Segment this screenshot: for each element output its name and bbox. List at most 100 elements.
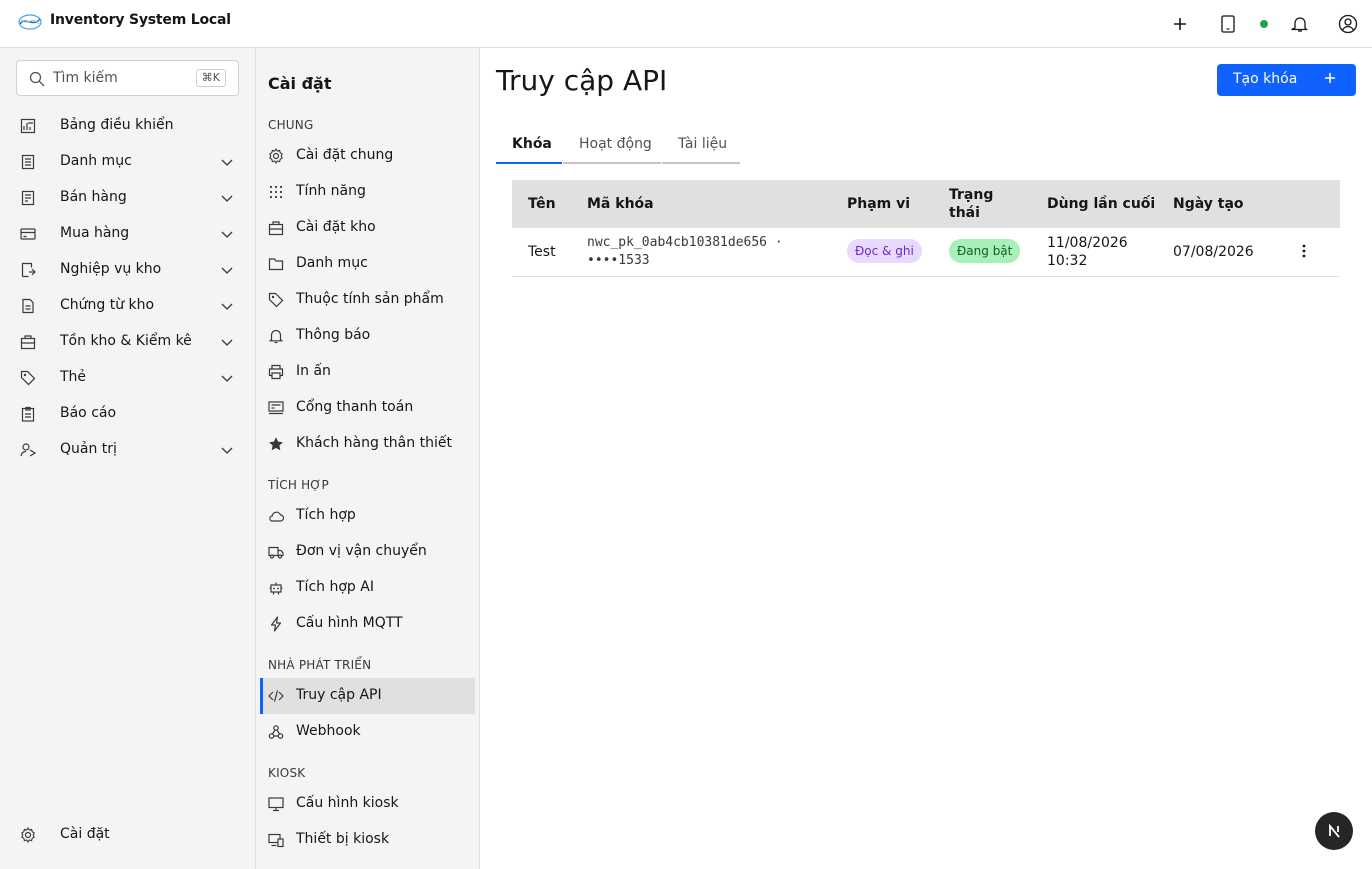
lightning-icon xyxy=(268,616,284,632)
tab-docs[interactable]: Tài liệu xyxy=(662,128,740,164)
sidebar-item-sales[interactable]: Bán hàng xyxy=(0,180,255,216)
settings-item-kiosk-devices[interactable]: Thiết bị kiosk xyxy=(260,822,475,858)
settings-item-integrations[interactable]: Tích hợp xyxy=(260,498,475,534)
nextjs-dev-indicator-icon[interactable] xyxy=(1315,812,1353,850)
settings-item-mqtt[interactable]: Cấu hình MQTT xyxy=(260,606,475,642)
key-value-line2: ••••1533 xyxy=(587,253,650,268)
document-icon xyxy=(20,298,36,314)
settings-item-loyalty[interactable]: Khách hàng thân thiết xyxy=(260,426,475,462)
webhook-icon xyxy=(268,724,284,740)
settings-item-categories[interactable]: Danh mục xyxy=(260,246,475,282)
report-icon xyxy=(20,406,36,422)
column-header-last-used[interactable]: Dùng lần cuối xyxy=(1047,195,1155,213)
sidebar-item-label: Quản trị xyxy=(60,441,117,457)
settings-item-kiosk-config[interactable]: Cấu hình kiosk xyxy=(260,786,475,822)
search-placeholder[interactable]: Tìm kiếm xyxy=(53,70,118,86)
sidebar-item-warehouse-ops[interactable]: Nghiệp vụ kho xyxy=(0,252,255,288)
table-row[interactable]: Test nwc_pk_0ab4cb10381de656 · ••••1533 … xyxy=(512,228,1340,277)
add-icon[interactable] xyxy=(1168,12,1192,36)
payment-terminal-icon xyxy=(268,400,284,416)
sidebar-item-admin[interactable]: Quản trị xyxy=(0,432,255,468)
column-header-created[interactable]: Ngày tạo xyxy=(1173,195,1244,213)
settings-item-label: Tích hợp xyxy=(296,507,356,523)
key-name: Test xyxy=(528,244,556,260)
settings-item-label: Tích hợp AI xyxy=(296,579,374,595)
create-key-button[interactable]: Tạo khóa xyxy=(1217,64,1356,96)
settings-item-general[interactable]: Cài đặt chung xyxy=(260,138,475,174)
chevron-down-icon[interactable] xyxy=(220,443,234,457)
settings-item-webhook[interactable]: Webhook xyxy=(260,714,475,750)
chevron-down-icon[interactable] xyxy=(220,335,234,349)
user-avatar-icon[interactable] xyxy=(1336,12,1360,36)
tab-activity[interactable]: Hoạt động xyxy=(563,128,661,164)
page-title: Truy cập API xyxy=(496,64,668,97)
settings-item-label: In ấn xyxy=(296,363,331,379)
sidebar-item-dashboard[interactable]: Bảng điều khiển xyxy=(0,108,255,144)
chevron-down-icon[interactable] xyxy=(220,191,234,205)
connection-status-dot xyxy=(1260,20,1268,28)
status-badge: Đang bật xyxy=(949,239,1021,263)
sidebar-item-label: Bảng điều khiển xyxy=(60,117,174,133)
settings-item-notifications[interactable]: Thông báo xyxy=(260,318,475,354)
bell-icon xyxy=(268,328,284,344)
sidebar-item-purchasing[interactable]: Mua hàng xyxy=(0,216,255,252)
chevron-down-icon[interactable] xyxy=(220,299,234,313)
search-shortcut: ⌘K xyxy=(195,69,226,87)
settings-item-features[interactable]: Tính năng xyxy=(260,174,475,210)
settings-item-warehouse[interactable]: Cài đặt kho xyxy=(260,210,475,246)
settings-item-label: Webhook xyxy=(296,723,361,739)
column-header-status[interactable]: Trạng thái xyxy=(949,186,1009,222)
printer-icon xyxy=(268,364,284,380)
notification-bell-icon[interactable] xyxy=(1288,12,1312,36)
main-sidebar: Tìm kiếm ⌘K Bảng điều khiển Danh mục Bán… xyxy=(0,48,256,869)
tab-label: Khóa xyxy=(512,136,552,152)
star-icon xyxy=(268,436,284,452)
sidebar-item-reports[interactable]: Báo cáo xyxy=(0,396,255,432)
catalog-icon xyxy=(20,154,36,170)
settings-item-payment-gateway[interactable]: Cổng thanh toán xyxy=(260,390,475,426)
tag-icon xyxy=(268,292,284,308)
sidebar-item-label: Mua hàng xyxy=(60,225,130,241)
tab-keys[interactable]: Khóa xyxy=(496,128,562,164)
settings-item-label: Cài đặt chung xyxy=(296,147,394,163)
row-overflow-menu-icon[interactable] xyxy=(1292,244,1316,262)
search-box[interactable]: Tìm kiếm ⌘K xyxy=(16,60,239,96)
settings-item-printing[interactable]: In ấn xyxy=(260,354,475,390)
sidebar-item-label: Thẻ xyxy=(60,369,87,385)
sidebar-item-tags[interactable]: Thẻ xyxy=(0,360,255,396)
settings-item-shipping-carriers[interactable]: Đơn vị vận chuyển xyxy=(260,534,475,570)
section-label-developer: NHÀ PHÁT TRIỂN xyxy=(268,658,372,672)
settings-item-label: Cổng thanh toán xyxy=(296,399,414,415)
brand-logo[interactable] xyxy=(17,12,43,32)
tablet-icon[interactable] xyxy=(1216,12,1240,36)
gear-icon xyxy=(20,827,36,843)
chevron-down-icon[interactable] xyxy=(220,155,234,169)
sidebar-item-catalog[interactable]: Danh mục xyxy=(0,144,255,180)
sidebar-item-settings[interactable]: Cài đặt xyxy=(0,817,255,853)
folder-icon xyxy=(268,256,284,272)
last-used-date: 11/08/2026 xyxy=(1047,235,1128,251)
settings-item-product-attributes[interactable]: Thuộc tính sản phẩm xyxy=(260,282,475,318)
settings-item-ai-integration[interactable]: Tích hợp AI xyxy=(260,570,475,606)
column-header-scope[interactable]: Phạm vi xyxy=(847,195,910,213)
column-header-key[interactable]: Mã khóa xyxy=(587,195,654,213)
sidebar-item-inventory[interactable]: Tồn kho & Kiểm kê xyxy=(0,324,255,360)
section-label-integrations: TÍCH HỢP xyxy=(268,478,329,492)
settings-item-label: Thiết bị kiosk xyxy=(296,831,390,847)
key-value-line1: nwc_pk_0ab4cb10381de656 · xyxy=(587,235,783,250)
chevron-down-icon[interactable] xyxy=(220,227,234,241)
tab-label: Hoạt động xyxy=(579,136,652,152)
grid-dots-icon xyxy=(268,184,284,200)
settings-item-label: Đơn vị vận chuyển xyxy=(296,543,427,559)
devices-icon xyxy=(268,832,284,848)
sidebar-item-warehouse-docs[interactable]: Chứng từ kho xyxy=(0,288,255,324)
plus-icon xyxy=(1324,72,1336,84)
chevron-down-icon[interactable] xyxy=(220,263,234,277)
settings-item-api-access[interactable]: Truy cập API xyxy=(260,678,475,714)
card-icon xyxy=(20,226,36,242)
section-label-general: CHUNG xyxy=(268,118,314,132)
app-title[interactable]: Inventory System Local xyxy=(50,12,231,28)
top-header: Inventory System Local xyxy=(0,0,1372,48)
column-header-name[interactable]: Tên xyxy=(528,195,556,213)
chevron-down-icon[interactable] xyxy=(220,371,234,385)
